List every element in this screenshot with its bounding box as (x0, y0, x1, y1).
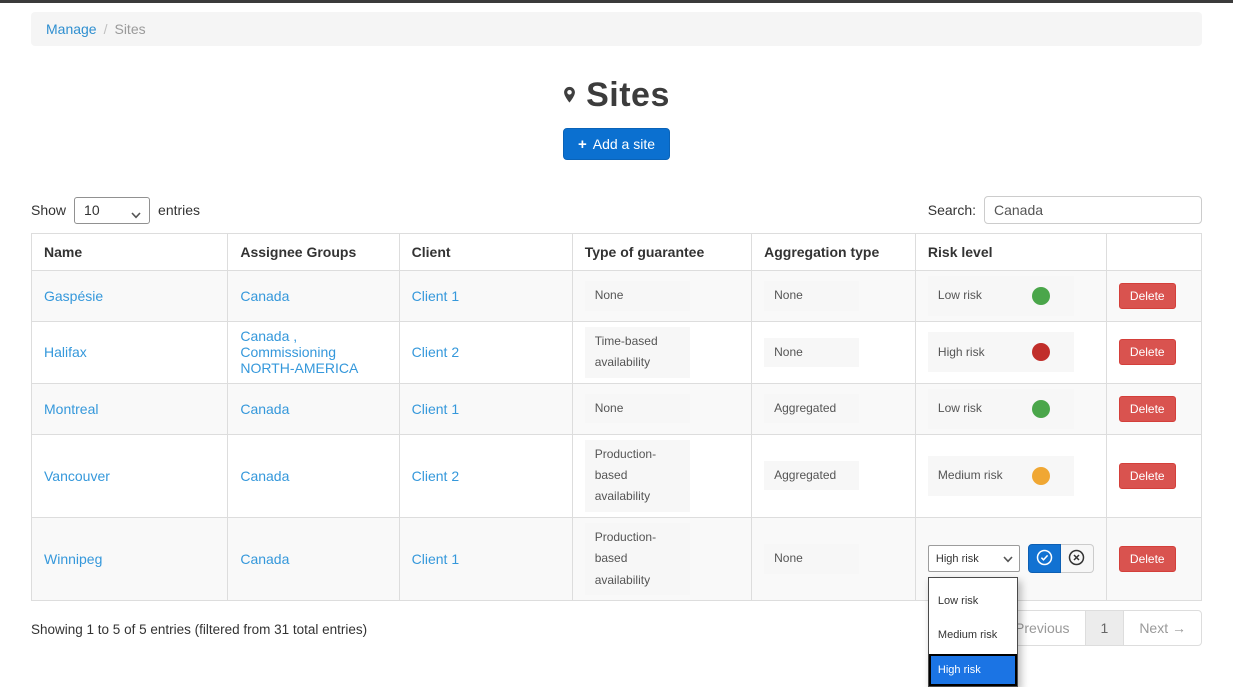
site-name-link[interactable]: Vancouver (44, 468, 110, 484)
breadcrumb: Manage / Sites (31, 12, 1202, 46)
client-link[interactable]: Client 1 (412, 551, 459, 567)
dropdown-option-medium-risk[interactable]: Medium risk (929, 618, 1017, 652)
guarantee-value: None (585, 394, 690, 423)
breadcrumb-manage-link[interactable]: Manage (46, 21, 97, 37)
table-row: Vancouver Canada Client 2 Production-bas… (32, 434, 1202, 517)
risk-level-label: Low risk (938, 285, 982, 306)
cancel-risk-button[interactable] (1061, 544, 1094, 573)
search-input[interactable] (984, 196, 1202, 224)
assignee-groups-link[interactable]: Canada (240, 551, 289, 567)
add-site-button-label: Add a site (593, 136, 655, 152)
breadcrumb-current: Sites (114, 21, 145, 37)
table-controls: Show 10 entries Search: (31, 196, 1202, 224)
risk-level-value[interactable]: Low risk (928, 276, 1074, 316)
delete-button[interactable]: Delete (1119, 396, 1176, 422)
guarantee-value: Production-based availability (585, 440, 690, 512)
risk-status-dot (1032, 467, 1050, 485)
header-client[interactable]: Client (399, 234, 572, 271)
delete-button[interactable]: Delete (1119, 546, 1176, 572)
table-header-row: Name Assignee Groups Client Type of guar… (32, 234, 1202, 271)
entries-summary: Showing 1 to 5 of 5 entries (filtered fr… (31, 610, 367, 637)
chevron-down-icon (1003, 554, 1012, 563)
risk-level-value[interactable]: Medium risk (928, 456, 1074, 496)
delete-button[interactable]: Delete (1119, 339, 1176, 365)
table-row: Montreal Canada Client 1 None Aggregated… (32, 383, 1202, 434)
risk-level-value[interactable]: Low risk (928, 389, 1074, 429)
search-label: Search: (928, 202, 976, 218)
page-size-select[interactable]: 10 (74, 197, 150, 224)
dropdown-option-low-risk[interactable]: Low risk (929, 584, 1017, 618)
guarantee-value: Production-based availability (585, 523, 690, 595)
aggregation-value: None (764, 544, 859, 573)
risk-level-editor: High risk (928, 544, 1094, 573)
risk-status-dot (1032, 400, 1050, 418)
risk-select-value: High risk (936, 553, 979, 565)
chevron-down-icon (131, 206, 140, 215)
risk-status-dot (1032, 287, 1050, 305)
header-type-of-guarantee[interactable]: Type of guarantee (572, 234, 751, 271)
assignee-groups-link[interactable]: Canada (240, 288, 289, 304)
header-aggregation-type[interactable]: Aggregation type (752, 234, 916, 271)
assignee-groups-link[interactable]: Canada (240, 401, 289, 417)
client-link[interactable]: Client 1 (412, 288, 459, 304)
check-circle-icon (1036, 549, 1053, 569)
risk-level-label: High risk (938, 342, 985, 363)
risk-edit-actions (1028, 544, 1094, 573)
breadcrumb-separator: / (104, 21, 108, 37)
add-button-row: + Add a site (31, 128, 1202, 160)
risk-level-value[interactable]: High risk (928, 332, 1074, 372)
page-title-row: Sites (31, 76, 1202, 115)
risk-level-label: Low risk (938, 398, 982, 419)
next-page-button[interactable]: Next → (1123, 610, 1202, 646)
dropdown-option-high-risk[interactable]: High risk (929, 654, 1017, 686)
search-group: Search: (928, 196, 1202, 224)
client-link[interactable]: Client 2 (412, 468, 459, 484)
aggregation-value: None (764, 281, 859, 310)
risk-level-label: Medium risk (938, 465, 1003, 486)
table-row: Winnipeg Canada Client 1 Production-base… (32, 517, 1202, 600)
guarantee-value: None (585, 281, 690, 310)
aggregation-value: Aggregated (764, 461, 859, 490)
sites-page: Manage / Sites Sites + Add a site Show 10 … (0, 3, 1233, 676)
map-pin-icon (563, 86, 576, 109)
sites-table: Name Assignee Groups Client Type of guar… (31, 233, 1202, 601)
client-link[interactable]: Client 1 (412, 401, 459, 417)
risk-level-dropdown: Low risk Medium risk High risk (928, 577, 1018, 687)
guarantee-value: Time-based availability (585, 327, 690, 378)
show-label: Show (31, 202, 66, 218)
show-entries-group: Show 10 entries (31, 197, 200, 224)
site-name-link[interactable]: Halifax (44, 344, 87, 360)
add-site-button[interactable]: + Add a site (563, 128, 670, 160)
site-name-link[interactable]: Montreal (44, 401, 98, 417)
site-name-link[interactable]: Winnipeg (44, 551, 102, 567)
entries-label: entries (158, 202, 200, 218)
site-name-link[interactable]: Gaspésie (44, 288, 103, 304)
page-title: Sites (586, 76, 670, 115)
aggregation-value: Aggregated (764, 394, 859, 423)
client-link[interactable]: Client 2 (412, 344, 459, 360)
page-size-value: 10 (84, 202, 100, 218)
delete-button[interactable]: Delete (1119, 463, 1176, 489)
current-page-button[interactable]: 1 (1085, 610, 1125, 646)
table-row: Gaspésie Canada Client 1 None None Low r… (32, 271, 1202, 322)
aggregation-value: None (764, 338, 859, 367)
x-circle-icon (1068, 549, 1085, 569)
table-row: Halifax Canada , Commissioning NORTH-AME… (32, 322, 1202, 384)
header-actions (1106, 234, 1201, 271)
delete-button[interactable]: Delete (1119, 283, 1176, 309)
risk-status-dot (1032, 343, 1050, 361)
plus-icon: + (578, 137, 587, 152)
table-footer: Showing 1 to 5 of 5 entries (filtered fr… (31, 610, 1202, 646)
header-name[interactable]: Name (32, 234, 228, 271)
confirm-risk-button[interactable] (1028, 544, 1061, 573)
assignee-groups-link[interactable]: Canada (240, 468, 289, 484)
header-risk-level[interactable]: Risk level (915, 234, 1106, 271)
risk-level-select[interactable]: High risk (928, 545, 1020, 572)
assignee-groups-link[interactable]: Canada , Commissioning NORTH-AMERICA (240, 328, 358, 376)
header-assignee-groups[interactable]: Assignee Groups (228, 234, 399, 271)
